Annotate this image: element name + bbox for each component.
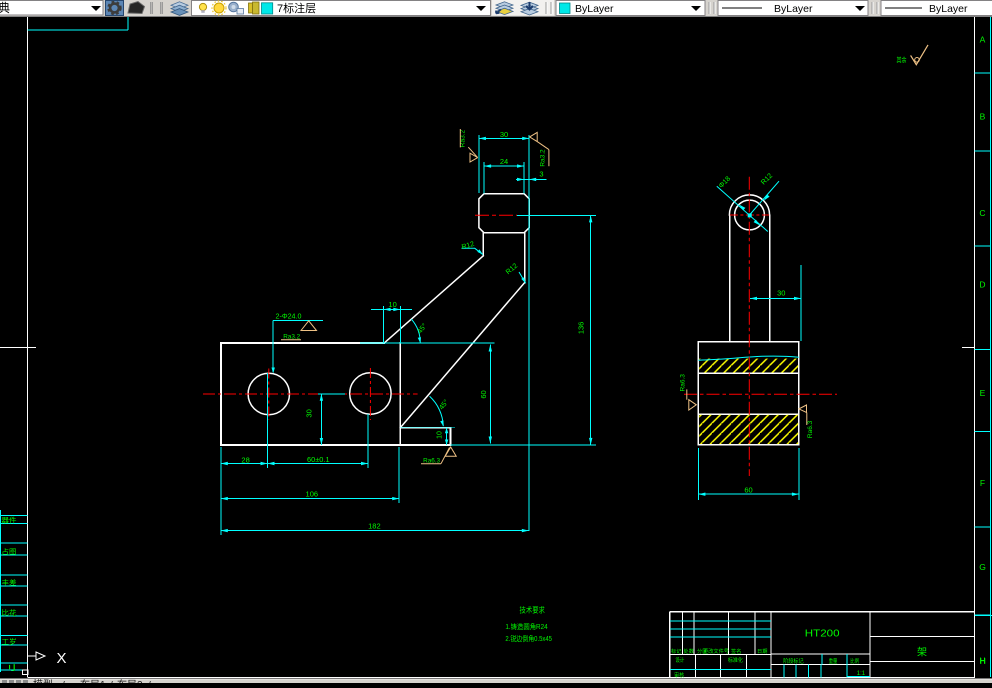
svg-text:24: 24 [500, 157, 508, 166]
svg-text:架: 架 [917, 647, 927, 659]
svg-text:60±0.1: 60±0.1 [307, 457, 330, 464]
svg-text:丰差: 丰差 [2, 578, 17, 587]
svg-text:HT200: HT200 [805, 628, 840, 639]
svg-text:H: H [980, 656, 986, 666]
svg-text:60: 60 [479, 390, 488, 398]
svg-text:ByLayer: ByLayer [774, 3, 813, 15]
svg-text:ByLayer: ByLayer [929, 3, 968, 15]
svg-text:3: 3 [539, 170, 543, 179]
svg-text:占图: 占图 [2, 547, 17, 556]
svg-text:比例: 比例 [850, 657, 859, 665]
svg-text:10: 10 [436, 431, 443, 439]
svg-text:日期: 日期 [757, 648, 767, 655]
svg-text:Ra6.3: Ra6.3 [807, 420, 814, 438]
svg-text:A: A [980, 35, 986, 45]
svg-text:X: X [56, 650, 66, 667]
svg-text:28: 28 [241, 455, 249, 464]
svg-text:1:1: 1:1 [857, 671, 866, 677]
svg-text:其余: 其余 [897, 55, 907, 64]
svg-text:136: 136 [576, 322, 585, 335]
svg-text:阶段标记: 阶段标记 [783, 657, 804, 665]
svg-text:60: 60 [744, 485, 752, 494]
svg-text:标记: 标记 [671, 647, 681, 655]
svg-text:设计: 设计 [675, 656, 684, 664]
svg-text:布局1: 布局1 [80, 679, 106, 683]
svg-text:签名: 签名 [731, 647, 741, 655]
svg-text:106: 106 [306, 490, 319, 499]
svg-text:Ra6.3: Ra6.3 [679, 374, 686, 392]
svg-text:ByLayer: ByLayer [575, 3, 614, 15]
svg-text:技术要求: 技术要求 [520, 604, 546, 614]
svg-text:Ra3.2: Ra3.2 [540, 149, 547, 167]
svg-text:布局2: 布局2 [117, 679, 143, 683]
svg-text:重量: 重量 [829, 657, 838, 665]
svg-text:2-Φ24.0: 2-Φ24.0 [276, 311, 302, 320]
svg-text:审核: 审核 [674, 671, 684, 679]
svg-text:处数: 处数 [684, 647, 695, 655]
svg-text:182: 182 [368, 521, 381, 530]
svg-text:30: 30 [500, 130, 508, 139]
svg-text:比花: 比花 [2, 608, 17, 617]
svg-text:D: D [979, 280, 985, 290]
svg-text:1.铸造圆角R24: 1.铸造圆角R24 [505, 622, 547, 631]
svg-text:刂: 刂 [2, 663, 17, 672]
svg-text:器件: 器件 [2, 516, 17, 525]
svg-text:更改文件号: 更改文件号 [703, 647, 729, 655]
svg-text:7标注层: 7标注层 [277, 1, 316, 15]
svg-text:标准化: 标准化 [728, 656, 743, 664]
svg-text:典: 典 [0, 1, 10, 15]
svg-text:30: 30 [305, 409, 314, 417]
svg-text:G: G [979, 562, 986, 572]
svg-text:F: F [980, 478, 985, 488]
svg-text:10: 10 [388, 300, 396, 309]
svg-text:工岁: 工岁 [2, 637, 17, 646]
svg-text:B: B [980, 112, 986, 122]
svg-text:30: 30 [777, 289, 785, 298]
svg-text:C: C [979, 208, 985, 218]
svg-text:E: E [980, 388, 986, 398]
svg-text:2.锐边倒角0.5x45: 2.锐边倒角0.5x45 [505, 634, 552, 643]
